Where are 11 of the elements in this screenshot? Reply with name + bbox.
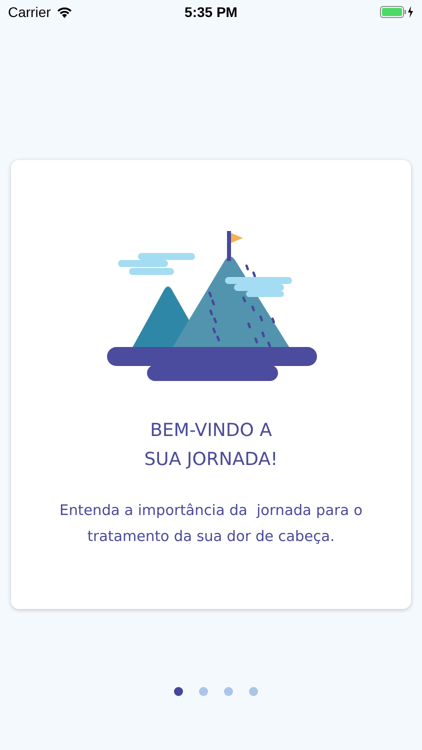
page-indicator-dot[interactable] [199,687,208,696]
wifi-icon [56,6,72,18]
time-label: 5:35 PM [184,4,238,20]
welcome-title: BEM-VINDO A [150,419,272,443]
page-indicator-dot[interactable] [224,687,233,696]
page-indicator-dot[interactable] [174,687,183,696]
page-indicator-dot[interactable] [249,687,258,696]
carrier-label: Carrier [8,4,51,20]
battery-icon [380,6,414,18]
welcome-title: SUA JORNADA! [144,448,278,472]
welcome-description: Entenda a importância da jornada para o tratamento da sua dor de cabeça. [58,502,364,547]
